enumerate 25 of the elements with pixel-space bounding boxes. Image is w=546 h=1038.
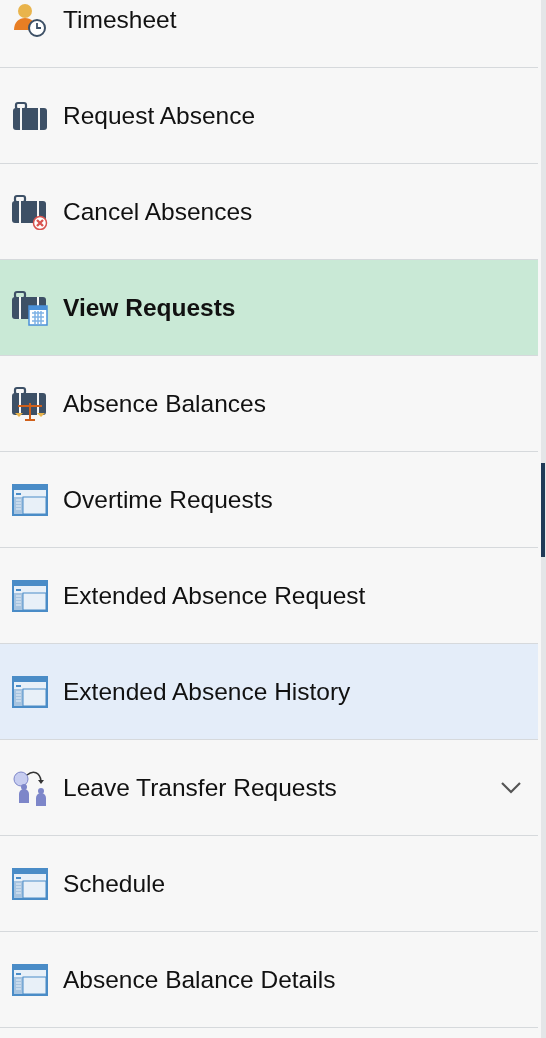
menu-item-label: Schedule [63,869,166,898]
scrollbar-thumb[interactable] [541,463,545,557]
menu-item-label: View Requests [63,293,236,322]
chevron-down-icon[interactable] [500,780,522,795]
briefcase-calendar-icon [12,289,48,326]
menu-item-label: Leave Transfer Requests [63,773,337,802]
briefcase-cancel-icon [12,193,48,230]
briefcase-scales-icon [12,385,48,422]
people-transfer-icon [12,769,48,806]
window-icon [12,673,48,710]
menu-item-label: Absence Balances [63,389,266,418]
menu-item[interactable]: View Requests [0,260,538,356]
menu-item-label: Cancel Absences [63,197,253,226]
menu-item[interactable]: Extended Absence History [0,644,538,740]
menu-item-label: Overtime Requests [63,485,273,514]
menu-item-label: Absence Balance Details [63,965,336,994]
window-icon [12,577,48,614]
menu-item-label: Extended Absence Request [63,581,366,610]
menu-item-label: Request Absence [63,101,256,130]
menu-item-label: Timesheet [63,5,177,34]
window-icon [12,865,48,902]
person-clock-icon [12,1,48,38]
menu-item-label: Extended Absence History [63,677,351,706]
window-icon [12,961,48,998]
window-icon [12,481,48,518]
